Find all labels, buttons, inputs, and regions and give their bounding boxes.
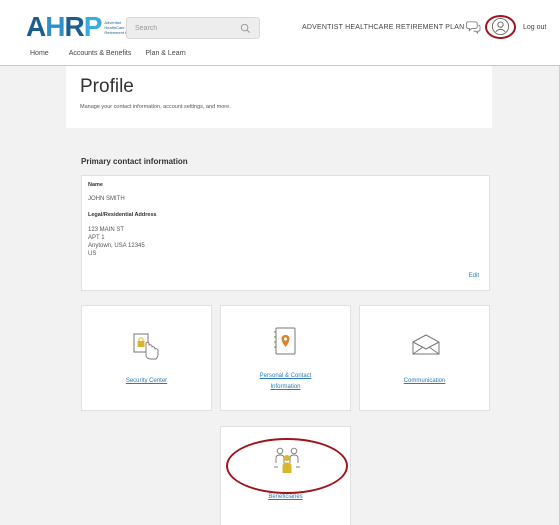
contact-section-title: Primary contact information	[81, 157, 188, 166]
envelope-icon	[412, 334, 440, 355]
nav-home[interactable]: Home	[30, 48, 49, 66]
profile-header-card: Profile Manage your contact information,…	[66, 66, 492, 128]
nav-plan-learn[interactable]: Plan & Learn	[145, 48, 185, 66]
tile-personal-contact[interactable]: Personal & Contact Information	[220, 305, 351, 411]
search-box[interactable]	[126, 17, 260, 39]
logo-wordmark: AHRP	[26, 11, 102, 42]
address-label: Legal/Residential Address	[88, 212, 157, 218]
address-book-icon	[274, 327, 296, 355]
contact-card: Name JOHN SMITH Legal/Residential Addres…	[81, 175, 490, 291]
page-title: Profile	[80, 76, 134, 97]
address-line-2: APT 1	[88, 235, 105, 241]
plan-name: ADVENTIST HEALTHCARE RETIREMENT PLAN	[302, 24, 465, 31]
address-line-1: 123 MAIN ST	[88, 227, 125, 233]
ahrp-logo[interactable]: AHRP Adventist HealthCare Retirement Pla…	[26, 13, 136, 41]
nav-accounts-benefits[interactable]: Accounts & Benefits	[69, 48, 132, 66]
page-subtitle: Manage your contact information, account…	[80, 104, 231, 110]
beneficiaries-highlight-circle	[226, 438, 348, 494]
tile-security-center[interactable]: Security Center	[81, 305, 212, 411]
chat-icon[interactable]	[466, 20, 481, 34]
address-line-4: US	[88, 251, 97, 257]
search-input[interactable]	[135, 21, 235, 35]
main-nav: Home Accounts & Benefits Plan & Learn	[0, 48, 186, 66]
top-bar: AHRP Adventist HealthCare Retirement Pla…	[0, 0, 560, 66]
beneficiaries-link[interactable]: Beneficiaries	[221, 493, 350, 501]
security-center-link[interactable]: Security Center	[82, 377, 211, 385]
address-line-3: Anytown, USA 12345	[88, 243, 145, 249]
name-value: JOHN SMITH	[88, 196, 125, 202]
edit-contact-link[interactable]: Edit	[469, 273, 479, 279]
tile-communication[interactable]: Communication	[359, 305, 490, 411]
search-icon[interactable]	[240, 23, 251, 34]
communication-link[interactable]: Communication	[360, 377, 489, 385]
security-lock-icon	[133, 333, 159, 360]
name-label: Name	[88, 182, 103, 188]
logout-link[interactable]: Log out	[523, 24, 546, 31]
personal-contact-link-line2[interactable]: Information	[221, 383, 350, 391]
profile-highlight-circle	[485, 15, 516, 39]
personal-contact-link-line1[interactable]: Personal & Contact	[221, 372, 350, 380]
